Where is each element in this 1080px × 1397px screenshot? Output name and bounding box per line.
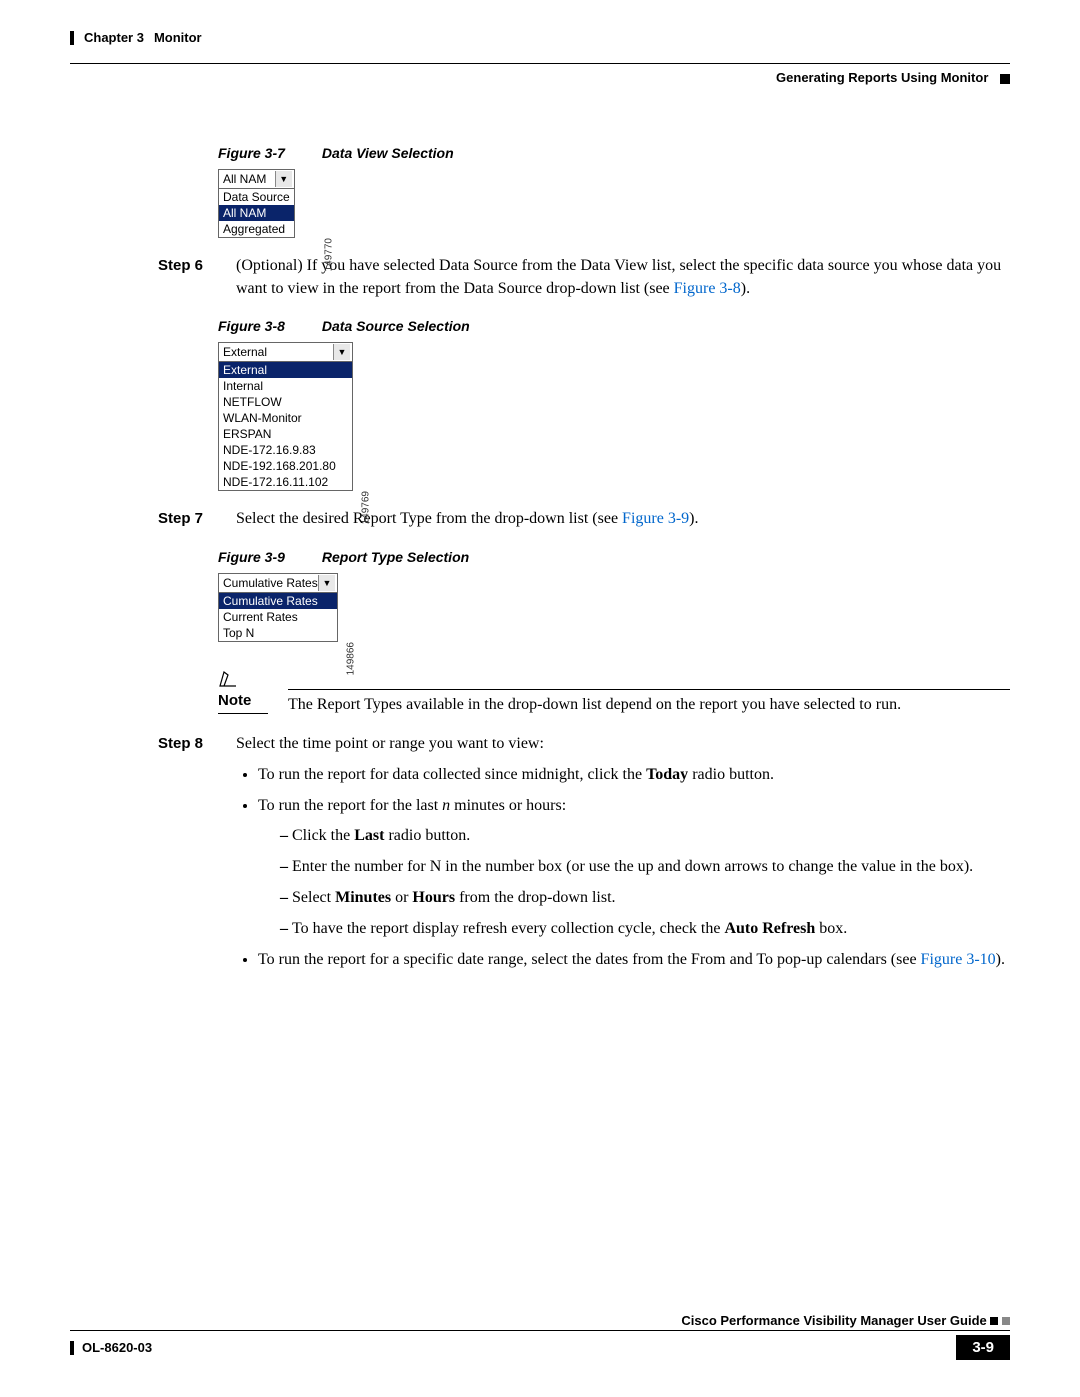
data-source-dropdown[interactable]: External ▼ bbox=[218, 342, 353, 362]
figure-9-caption: Figure 3-9 Report Type Selection bbox=[218, 549, 1010, 565]
data-source-option[interactable]: NETFLOW bbox=[219, 394, 352, 410]
data-source-option[interactable]: ERSPAN bbox=[219, 426, 352, 442]
data-source-option[interactable]: NDE-172.16.9.83 bbox=[219, 442, 352, 458]
header-bar-icon bbox=[70, 31, 74, 45]
figure-7-image: All NAM ▼ Data Source All NAM Aggregated… bbox=[218, 169, 316, 238]
data-source-option[interactable]: NDE-172.16.11.102 bbox=[219, 474, 352, 490]
header-square-icon bbox=[1000, 74, 1010, 84]
data-source-option[interactable]: NDE-192.168.201.80 bbox=[219, 458, 352, 474]
step-8-dashes: Click the Last radio button. Enter the n… bbox=[280, 824, 1010, 941]
dropdown-caret-icon: ▼ bbox=[275, 171, 292, 187]
step-7-label: Step 7 bbox=[158, 507, 218, 530]
step-6-text-a: (Optional) If you have selected Data Sou… bbox=[236, 257, 1001, 297]
report-type-selected: Cumulative Rates bbox=[223, 576, 318, 590]
data-view-dropdown[interactable]: All NAM ▼ bbox=[218, 169, 295, 189]
chapter-title: Monitor bbox=[154, 30, 202, 45]
report-type-options: Cumulative Rates Current Rates Top N bbox=[218, 593, 338, 642]
step-8-intro: Select the time point or range you want … bbox=[236, 732, 1010, 755]
step-6-label: Step 6 bbox=[158, 254, 218, 300]
data-view-options: Data Source All NAM Aggregated bbox=[218, 189, 295, 238]
figure-7-caption: Figure 3-7 Data View Selection bbox=[218, 145, 1010, 161]
footer-doc-id: OL-8620-03 bbox=[82, 1340, 152, 1355]
figure-3-10-link[interactable]: Figure 3-10 bbox=[921, 951, 996, 968]
page: Chapter 3 Monitor Generating Reports Usi… bbox=[0, 0, 1080, 1390]
step-7-text-a: Select the desired Report Type from the … bbox=[236, 510, 622, 527]
bullet-last-n: To run the report for the last n minutes… bbox=[258, 794, 1010, 942]
data-view-option[interactable]: Aggregated bbox=[219, 221, 294, 237]
step-7-text-b: ). bbox=[689, 510, 698, 527]
figure-3-8-link[interactable]: Figure 3-8 bbox=[674, 280, 741, 297]
figure-9-image: Cumulative Rates ▼ Cumulative Rates Curr… bbox=[218, 573, 338, 642]
data-source-option[interactable]: WLAN-Monitor bbox=[219, 410, 352, 426]
figure-8-num: Figure 3-8 bbox=[218, 318, 318, 334]
data-source-option[interactable]: Internal bbox=[219, 378, 352, 394]
figure-9-title: Report Type Selection bbox=[322, 549, 469, 565]
footer-bar-icon bbox=[70, 1341, 74, 1355]
pencil-icon bbox=[218, 670, 240, 688]
figure-9-num: Figure 3-9 bbox=[218, 549, 318, 565]
data-source-option[interactable]: External bbox=[219, 362, 352, 378]
figure-8-caption: Figure 3-8 Data Source Selection bbox=[218, 318, 1010, 334]
figure-8-title: Data Source Selection bbox=[322, 318, 470, 334]
figure-8-code: 149769 bbox=[360, 491, 371, 524]
bullet-date-range: To run the report for a specific date ra… bbox=[258, 948, 1010, 973]
data-view-option[interactable]: All NAM bbox=[219, 205, 294, 221]
step-8: Step 8 Select the time point or range yo… bbox=[158, 732, 1010, 979]
section-header: Generating Reports Using Monitor bbox=[70, 63, 1010, 85]
figure-9-code: 149866 bbox=[345, 642, 356, 675]
running-header: Chapter 3 Monitor bbox=[70, 30, 1010, 45]
footer-guide: Cisco Performance Visibility Manager Use… bbox=[681, 1313, 986, 1328]
page-footer: Cisco Performance Visibility Manager Use… bbox=[70, 1313, 1010, 1360]
step-8-bullets: To run the report for data collected sin… bbox=[258, 763, 1010, 973]
step-7: Step 7 Select the desired Report Type fr… bbox=[158, 507, 1010, 530]
step-6: Step 6 (Optional) If you have selected D… bbox=[158, 254, 1010, 300]
figure-3-9-link[interactable]: Figure 3-9 bbox=[622, 510, 689, 527]
section-title: Generating Reports Using Monitor bbox=[776, 70, 988, 85]
dropdown-caret-icon: ▼ bbox=[318, 575, 335, 591]
figure-7-title: Data View Selection bbox=[322, 145, 454, 161]
note-block: Note The Report Types available in the d… bbox=[218, 670, 1010, 714]
figure-7-num: Figure 3-7 bbox=[218, 145, 318, 161]
data-source-selected: External bbox=[223, 345, 267, 359]
dash-minutes-hours: Select Minutes or Hours from the drop-do… bbox=[280, 886, 1010, 911]
report-type-dropdown[interactable]: Cumulative Rates ▼ bbox=[218, 573, 338, 593]
dash-last: Click the Last radio button. bbox=[280, 824, 1010, 849]
main-content: Figure 3-7 Data View Selection All NAM ▼… bbox=[218, 145, 1010, 238]
note-text: The Report Types available in the drop-d… bbox=[288, 689, 1010, 714]
data-view-selected: All NAM bbox=[223, 172, 266, 186]
step-8-label: Step 8 bbox=[158, 732, 218, 979]
report-type-option[interactable]: Cumulative Rates bbox=[219, 593, 337, 609]
dash-auto-refresh: To have the report display refresh every… bbox=[280, 917, 1010, 942]
step-6-text-b: ). bbox=[741, 280, 750, 297]
page-number: 3-9 bbox=[956, 1335, 1010, 1360]
figure-7-code: 149770 bbox=[323, 238, 334, 271]
dash-number: Enter the number for N in the number box… bbox=[280, 855, 1010, 880]
data-view-option[interactable]: Data Source bbox=[219, 189, 294, 205]
report-type-option[interactable]: Top N bbox=[219, 625, 337, 641]
footer-square-icon bbox=[990, 1317, 998, 1325]
note-label: Note bbox=[218, 692, 268, 714]
dropdown-caret-icon: ▼ bbox=[333, 344, 350, 360]
chapter-label: Chapter 3 bbox=[84, 30, 144, 45]
report-type-option[interactable]: Current Rates bbox=[219, 609, 337, 625]
data-source-options: External Internal NETFLOW WLAN-Monitor E… bbox=[218, 362, 353, 491]
bullet-today: To run the report for data collected sin… bbox=[258, 763, 1010, 788]
figure-8-image: External ▼ External Internal NETFLOW WLA… bbox=[218, 342, 353, 491]
footer-square-icon bbox=[1002, 1317, 1010, 1325]
